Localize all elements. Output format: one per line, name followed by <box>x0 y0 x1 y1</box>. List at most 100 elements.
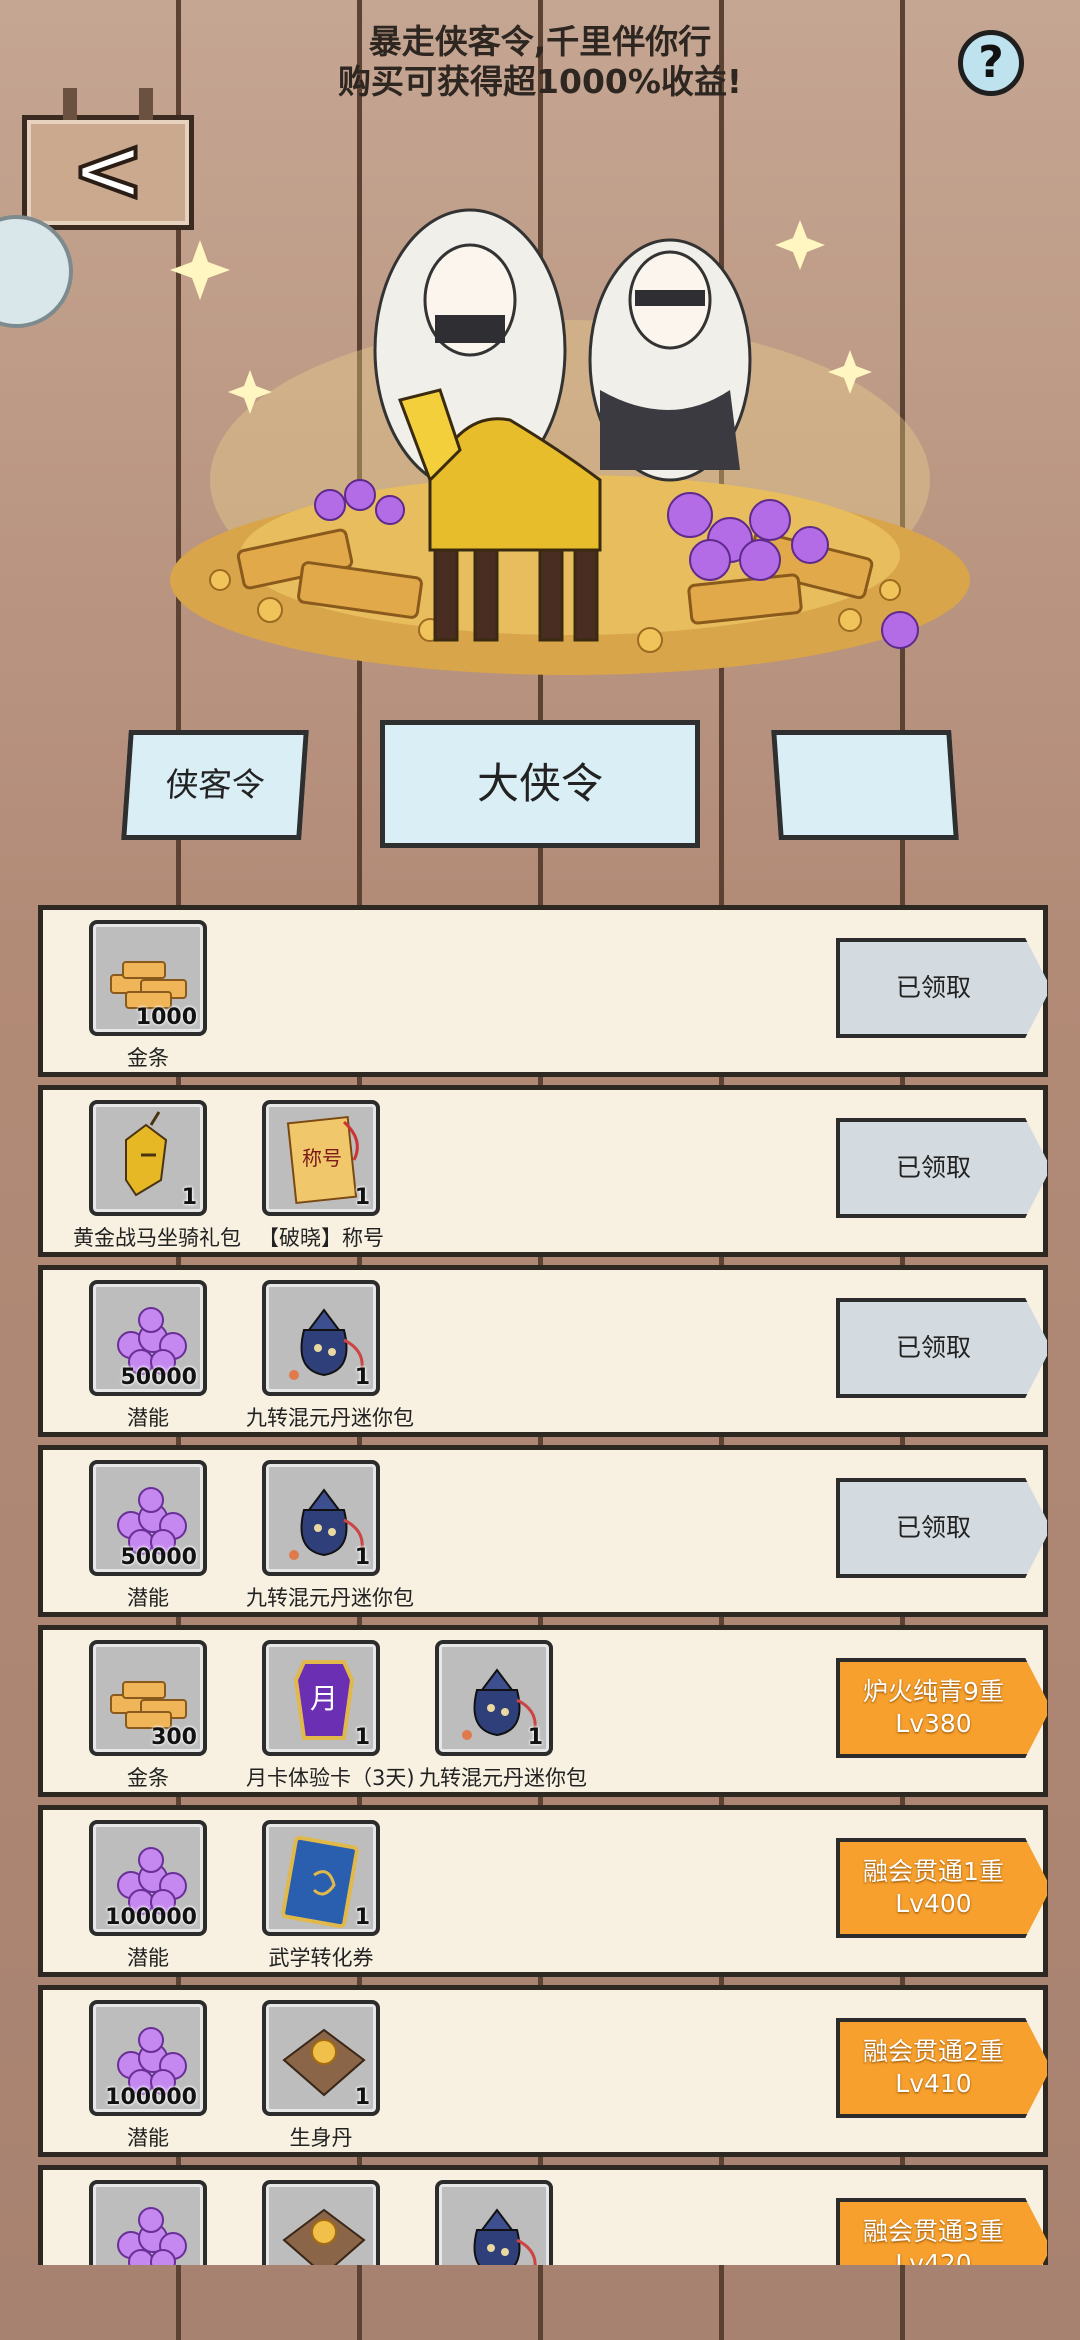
reward-item[interactable]: 1 生身丹 <box>246 2000 396 2152</box>
item-name: 月卡体验卡（3天) <box>246 1766 415 1790</box>
item-quantity: 1 <box>354 2085 370 2110</box>
pill-paper-icon: 1 <box>262 2000 380 2116</box>
reward-item[interactable]: 300 金条 <box>73 1640 223 1792</box>
reward-item[interactable]: 月 1 月卡体验卡（3天) <box>246 1640 415 1792</box>
item-name: 金条 <box>127 1046 169 1070</box>
reward-row: 300 金条 月 1 月卡体验卡（3天) 1 九转混元丹迷你包 炉火纯青9重 Lv380 <box>38 1625 1048 1797</box>
gold-bars-icon: 300 <box>89 1640 207 1756</box>
item-name: 九转混元丹迷你包 <box>246 1586 414 1610</box>
purple-orbs-icon: 100000 <box>89 1820 207 1936</box>
promo-header: 暴走侠客令,千里伴你行 购买可获得超1000%收益! <box>0 22 1080 102</box>
item-quantity: 100000 <box>105 1905 197 1930</box>
item-quantity: 1 <box>181 1185 197 1210</box>
promo-line-1: 暴走侠客令,千里伴你行 <box>368 22 712 61</box>
action-line-1: 融会贯通3重 <box>863 2217 1004 2246</box>
reward-row: 50000 潜能 1 九转混元丹迷你包 已领取 <box>38 1265 1048 1437</box>
item-name: 潜能 <box>127 1406 169 1430</box>
reward-item[interactable]: 100000 潜能 <box>73 2000 223 2152</box>
action-line-1: 已领取 <box>895 1153 971 1182</box>
hero-illustration <box>170 208 970 675</box>
pill-paper-icon <box>262 2180 380 2265</box>
reward-item[interactable]: 1 九转混元丹迷你包 <box>246 1280 414 1432</box>
reward-row: 100000 潜能 1 武学转化券 融会贯通1重 Lv400 <box>38 1805 1048 1977</box>
action-line-1: 融会贯通2重 <box>863 2037 1004 2066</box>
svg-text:月: 月 <box>310 1682 338 1715</box>
item-quantity: 50000 <box>120 1545 197 1570</box>
martial-ticket-icon: 1 <box>262 1820 380 1936</box>
reward-item[interactable]: 1 九转混元丹迷你包 <box>246 1460 414 1612</box>
reward-item[interactable]: 50000 潜能 <box>73 1460 223 1612</box>
tab-daxialing-label: 大侠令 <box>476 759 603 808</box>
reward-item[interactable]: 100000 潜能 <box>73 1820 223 1972</box>
item-name: 九转混元丹迷你包 <box>246 1406 414 1430</box>
svg-text:称号: 称号 <box>302 1146 342 1170</box>
action-level: Lv380 <box>895 1709 972 1738</box>
tab-third[interactable] <box>771 730 959 840</box>
promo-line-2: 购买可获得超1000%收益! <box>338 62 742 101</box>
purple-orbs-icon <box>89 2180 207 2265</box>
item-name: 黄金战马坐骑礼包 <box>73 1226 241 1250</box>
reward-item[interactable] <box>419 2180 569 2265</box>
reward-row: 100000 潜能 1 生身丹 融会贯通2重 Lv410 <box>38 1985 1048 2157</box>
tab-xiakeling-label: 侠客令 <box>164 765 266 804</box>
item-name: 【破晓】称号 <box>258 1226 384 1250</box>
claimed-button[interactable]: 已领取 <box>836 1298 1048 1398</box>
help-button[interactable]: ? <box>958 30 1024 96</box>
item-name: 生身丹 <box>289 2126 353 2150</box>
purple-orbs-icon: 100000 <box>89 2000 207 2116</box>
claimed-button[interactable]: 已领取 <box>836 1478 1048 1578</box>
reward-list[interactable]: 1000 金条 已领取 1 黄金战马坐骑礼包 称号 1 【破晓】称号 已领取 50000 潜… <box>38 905 1048 2265</box>
pill-bag-icon <box>435 2180 553 2265</box>
unlock-requirement-button[interactable]: 炉火纯青9重 Lv380 <box>836 1658 1048 1758</box>
tab-xiakeling[interactable]: 侠客令 <box>121 730 309 840</box>
gold-bars-icon: 1000 <box>89 920 207 1036</box>
tab-daxialing[interactable]: 大侠令 <box>380 720 700 848</box>
reward-item[interactable]: 称号 1 【破晓】称号 <box>246 1100 396 1252</box>
action-level: Lv400 <box>895 1889 972 1918</box>
reward-item[interactable]: 1 九转混元丹迷你包 <box>419 1640 587 1792</box>
item-name: 金条 <box>127 1766 169 1790</box>
item-quantity: 1000 <box>135 1005 197 1030</box>
claimed-button[interactable]: 已领取 <box>836 938 1048 1038</box>
action-line-1: 已领取 <box>895 1513 971 1542</box>
reward-item[interactable] <box>246 2180 396 2265</box>
reward-item[interactable]: 50000 潜能 <box>73 1280 223 1432</box>
item-name: 潜能 <box>127 1946 169 1970</box>
reward-row: 1 黄金战马坐骑礼包 称号 1 【破晓】称号 已领取 <box>38 1085 1048 1257</box>
reward-item[interactable]: 1 黄金战马坐骑礼包 <box>73 1100 241 1252</box>
item-name: 潜能 <box>127 2126 169 2150</box>
action-line-1: 融会贯通1重 <box>863 1857 1004 1886</box>
pill-bag-icon: 1 <box>262 1280 380 1396</box>
unlock-requirement-button[interactable]: 融会贯通2重 Lv410 <box>836 2018 1048 2118</box>
item-name: 潜能 <box>127 1586 169 1610</box>
claimed-button[interactable]: 已领取 <box>836 1118 1048 1218</box>
item-quantity: 100000 <box>105 2085 197 2110</box>
item-quantity: 1 <box>354 1185 370 1210</box>
help-icon: ? <box>978 37 1004 88</box>
item-name: 九转混元丹迷你包 <box>419 1766 587 1790</box>
month-card-icon: 月1 <box>262 1640 380 1756</box>
purple-orbs-icon: 50000 <box>89 1460 207 1576</box>
action-level: Lv410 <box>895 2069 972 2098</box>
golden-horse-icon: 1 <box>89 1100 207 1216</box>
item-quantity: 300 <box>151 1725 197 1750</box>
action-line-1: 已领取 <box>895 973 971 1002</box>
unlock-requirement-button[interactable]: 融会贯通1重 Lv400 <box>836 1838 1048 1938</box>
unlock-requirement-button[interactable]: 融会贯通3重 Lv420 <box>836 2198 1048 2265</box>
reward-item[interactable]: 1000 金条 <box>73 920 223 1072</box>
item-quantity: 1 <box>527 1725 543 1750</box>
item-quantity: 1 <box>354 1365 370 1390</box>
reward-row: 融会贯通3重 Lv420 <box>38 2165 1048 2265</box>
action-line-1: 已领取 <box>895 1333 971 1362</box>
reward-item[interactable]: 1 武学转化券 <box>246 1820 396 1972</box>
action-line-1: 炉火纯青9重 <box>863 1677 1004 1706</box>
item-quantity: 1 <box>354 1905 370 1930</box>
item-quantity: 50000 <box>120 1365 197 1390</box>
purple-orbs-icon: 50000 <box>89 1280 207 1396</box>
reward-item[interactable] <box>73 2180 223 2265</box>
item-quantity: 1 <box>354 1545 370 1570</box>
item-name: 武学转化券 <box>268 1946 374 1970</box>
title-scroll-icon: 称号 1 <box>262 1100 380 1216</box>
reward-row: 50000 潜能 1 九转混元丹迷你包 已领取 <box>38 1445 1048 1617</box>
pill-bag-icon: 1 <box>435 1640 553 1756</box>
